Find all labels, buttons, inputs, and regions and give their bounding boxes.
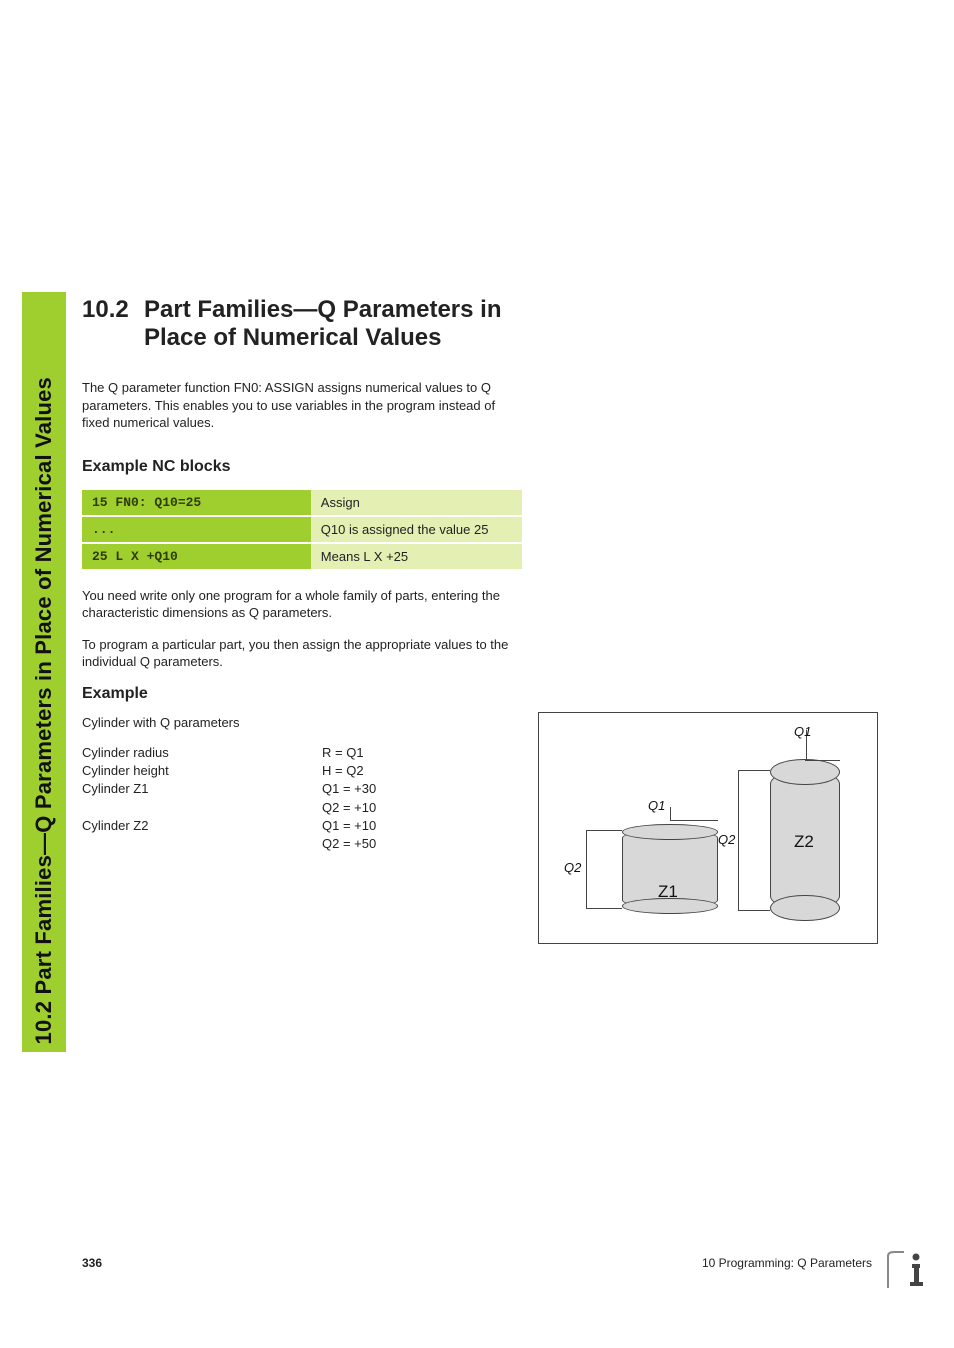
label-z2: Z2 [794, 832, 814, 852]
table-row: 15 FN0: Q10=25 Assign [82, 490, 522, 515]
dim-line [586, 830, 587, 908]
chapter-label: 10 Programming: Q Parameters [702, 1256, 872, 1270]
label-z1: Z1 [658, 882, 678, 902]
dim-line [670, 820, 718, 821]
section-title: Part Families—Q Parameters in Place of N… [144, 296, 522, 351]
param-label: Cylinder Z2 [82, 817, 322, 835]
nc-blocks-table: 15 FN0: Q10=25 Assign ... Q10 is assigne… [82, 488, 522, 571]
param-label: Cylinder Z1 [82, 780, 322, 798]
example-caption: Cylinder with Q parameters [82, 715, 522, 730]
body-paragraph: To program a particular part, you then a… [82, 636, 522, 671]
example-list: Cylinder radiusR = Q1 Cylinder heightH =… [82, 744, 522, 853]
param-value: Q1 = +30 [322, 780, 522, 798]
section-heading: 10.2 Part Families—Q Parameters in Place… [82, 296, 522, 351]
dim-label-q1: Q1 [794, 724, 811, 739]
param-value: Q1 = +10 [322, 817, 522, 835]
dim-line [805, 760, 840, 761]
dim-label-q2: Q2 [718, 832, 735, 847]
main-content: 10.2 Part Families—Q Parameters in Place… [82, 296, 522, 853]
param-label: Cylinder height [82, 762, 322, 780]
side-tab-label: 10.2 Part Families—Q Parameters in Place… [31, 377, 57, 1044]
info-icon [886, 1250, 926, 1290]
table-row: 25 L X +Q10 Means L X +25 [82, 544, 522, 569]
cylinder-diagram: Q1 Q1 Q2 Q2 Z1 Z2 [538, 712, 878, 944]
dim-line [738, 770, 770, 771]
section-number: 10.2 [82, 296, 144, 351]
dim-line [738, 910, 770, 911]
page-number: 336 [82, 1256, 102, 1270]
nc-desc-cell: Q10 is assigned the value 25 [311, 517, 522, 542]
nc-desc-cell: Assign [311, 490, 522, 515]
dim-line [670, 807, 671, 820]
list-item: Q2 = +50 [82, 835, 522, 853]
dim-label-q1: Q1 [648, 798, 665, 813]
nc-blocks-heading: Example NC blocks [82, 458, 522, 476]
list-item: Cylinder Z2Q1 = +10 [82, 817, 522, 835]
list-item: Cylinder heightH = Q2 [82, 762, 522, 780]
nc-code-cell: 15 FN0: Q10=25 [82, 490, 311, 515]
list-item: Q2 = +10 [82, 799, 522, 817]
nc-code-cell: ... [82, 517, 311, 542]
param-value: H = Q2 [322, 762, 522, 780]
param-value: R = Q1 [322, 744, 522, 762]
dim-line [586, 908, 622, 909]
dim-label-q2: Q2 [564, 860, 581, 875]
param-label: Cylinder radius [82, 744, 322, 762]
page-footer: 336 10 Programming: Q Parameters [82, 1256, 872, 1270]
dim-line [738, 770, 739, 910]
list-item: Cylinder radiusR = Q1 [82, 744, 522, 762]
param-value: Q2 = +50 [322, 835, 522, 853]
dim-line [586, 830, 622, 831]
side-tab: 10.2 Part Families—Q Parameters in Place… [22, 292, 66, 1052]
table-row: ... Q10 is assigned the value 25 [82, 517, 522, 542]
nc-code-cell: 25 L X +Q10 [82, 544, 311, 569]
nc-desc-cell: Means L X +25 [311, 544, 522, 569]
param-label [82, 799, 322, 817]
param-value: Q2 = +10 [322, 799, 522, 817]
body-paragraph: You need write only one program for a wh… [82, 587, 522, 622]
param-label [82, 835, 322, 853]
example-heading: Example [82, 685, 522, 703]
intro-paragraph: The Q parameter function FN0: ASSIGN ass… [82, 379, 522, 432]
list-item: Cylinder Z1Q1 = +30 [82, 780, 522, 798]
